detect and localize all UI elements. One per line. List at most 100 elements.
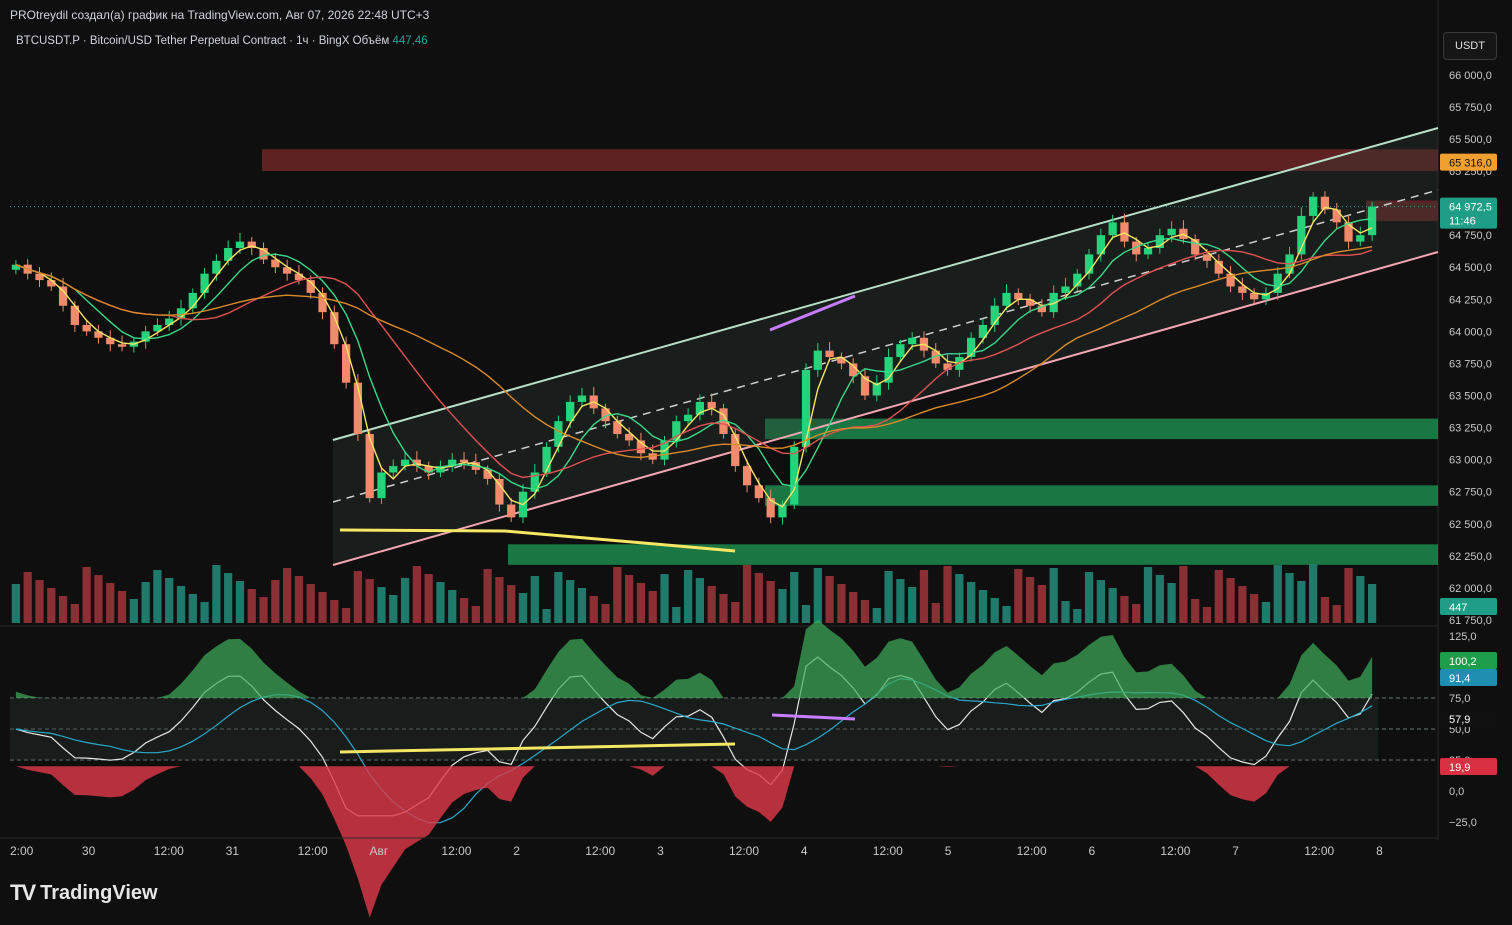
time-tick-label: Авг bbox=[370, 844, 389, 858]
volume-bar bbox=[719, 594, 728, 623]
volume-bar bbox=[742, 565, 752, 623]
volume-bar bbox=[483, 569, 492, 623]
candle bbox=[908, 337, 917, 345]
volume-bar bbox=[200, 602, 209, 623]
price-chart[interactable]: 66 000,065 750,065 500,065 250,065 000,0… bbox=[0, 0, 1512, 925]
price-tick-label: 63 500,0 bbox=[1449, 391, 1492, 403]
volume-bar bbox=[1226, 578, 1235, 623]
time-tick-label: 8 bbox=[1376, 844, 1383, 858]
volume-bar bbox=[1238, 586, 1247, 623]
candle bbox=[1002, 292, 1011, 306]
time-tick-label: 12:00 bbox=[1160, 844, 1190, 858]
price-axis: 66 000,065 750,065 500,065 250,065 000,0… bbox=[1449, 70, 1492, 627]
volume-bar bbox=[318, 592, 327, 623]
volume-bar bbox=[424, 574, 433, 623]
candle bbox=[82, 324, 91, 332]
volume-bar bbox=[271, 580, 280, 623]
indicator-tag-b: 91,4 bbox=[1449, 673, 1470, 685]
price-tick-label: 63 750,0 bbox=[1449, 358, 1492, 370]
volume-bar bbox=[11, 584, 21, 623]
volume-bar bbox=[235, 581, 245, 623]
volume-bar bbox=[176, 586, 186, 623]
volume-bar bbox=[931, 603, 940, 623]
candle bbox=[801, 369, 811, 447]
volume-bar bbox=[967, 582, 976, 623]
candle bbox=[1238, 286, 1247, 293]
volume-bar bbox=[660, 574, 669, 623]
volume-bar bbox=[341, 608, 351, 623]
candle bbox=[200, 273, 209, 293]
volume-bar bbox=[613, 567, 622, 623]
candle bbox=[1108, 222, 1117, 236]
candle bbox=[1309, 196, 1318, 216]
volume-bar bbox=[825, 576, 834, 623]
price-tick-label: 63 250,0 bbox=[1449, 423, 1492, 435]
time-tick-label: 12:00 bbox=[585, 844, 615, 858]
candle bbox=[165, 318, 174, 325]
candle bbox=[1061, 286, 1070, 293]
volume-bar bbox=[212, 565, 221, 623]
price-tick-label: 65 500,0 bbox=[1449, 134, 1492, 146]
indicator-tag-d: 19,9 bbox=[1449, 762, 1470, 774]
volume-bar bbox=[247, 589, 256, 623]
volume-bar bbox=[790, 572, 799, 623]
support-zone bbox=[508, 544, 1438, 565]
candle bbox=[577, 395, 587, 402]
volume-bar bbox=[648, 591, 657, 623]
candle bbox=[1202, 254, 1212, 261]
candle bbox=[459, 459, 469, 463]
volume-bar bbox=[129, 599, 138, 623]
candle bbox=[1367, 206, 1377, 236]
indicator-tag-a: 100,2 bbox=[1449, 656, 1477, 668]
volume-bar bbox=[70, 604, 79, 623]
price-level-tag: 65 316,0 bbox=[1449, 158, 1492, 170]
volume-bar bbox=[1073, 609, 1082, 623]
volume-bar bbox=[801, 605, 811, 623]
volume-bar bbox=[1049, 568, 1058, 623]
candle bbox=[825, 350, 834, 358]
time-tick-label: 5 bbox=[945, 844, 952, 858]
volume-bar bbox=[294, 576, 304, 623]
volume-bar bbox=[1356, 576, 1365, 623]
volume-bar bbox=[908, 587, 917, 623]
candle bbox=[341, 344, 351, 383]
volume-bar bbox=[165, 578, 174, 623]
volume-bar bbox=[1061, 601, 1070, 623]
volume-bar bbox=[495, 577, 504, 623]
tradingview-logo: TV TradingView bbox=[10, 880, 158, 906]
time-axis: 2:00 30 12:00 31 12:00 Авг 12:00 2 12:00 3 12:00 4 1… bbox=[10, 844, 1383, 858]
volume-bar bbox=[1261, 602, 1271, 623]
price-tick-label: 66 000,0 bbox=[1449, 70, 1492, 82]
volume-bar bbox=[365, 579, 374, 623]
indicator-tick-label: 0,0 bbox=[1449, 786, 1464, 798]
volume-bar bbox=[259, 597, 268, 623]
volume-bar bbox=[58, 596, 68, 623]
volume-bar bbox=[412, 566, 421, 623]
volume-bar bbox=[330, 600, 339, 623]
volume-bar bbox=[872, 608, 881, 623]
tradingview-logo-icon: TV bbox=[10, 880, 36, 905]
time-tick-label: 12:00 bbox=[441, 844, 471, 858]
volume-bar bbox=[837, 584, 846, 623]
candle bbox=[1120, 222, 1129, 242]
volume-bar bbox=[1155, 575, 1164, 623]
price-tick-label: 64 500,0 bbox=[1449, 262, 1492, 274]
volume-bar bbox=[82, 567, 91, 623]
volume-bar bbox=[601, 604, 610, 623]
volume-bar bbox=[1025, 577, 1035, 623]
volume-bar bbox=[978, 590, 988, 623]
time-tick-label: 12:00 bbox=[873, 844, 903, 858]
candle bbox=[1014, 292, 1023, 300]
volume-bar bbox=[955, 574, 964, 623]
rsi-band bbox=[10, 698, 1378, 760]
time-tick-label: 12:00 bbox=[298, 844, 328, 858]
volume-bar bbox=[141, 582, 150, 623]
volume-bar bbox=[754, 573, 763, 623]
volume-bar bbox=[1250, 594, 1259, 623]
candle bbox=[813, 350, 822, 370]
candle bbox=[1143, 248, 1153, 255]
volume-bar bbox=[1367, 584, 1377, 623]
volume-bar bbox=[106, 583, 115, 623]
volume-bar bbox=[577, 588, 587, 623]
volume-bar bbox=[224, 573, 233, 623]
